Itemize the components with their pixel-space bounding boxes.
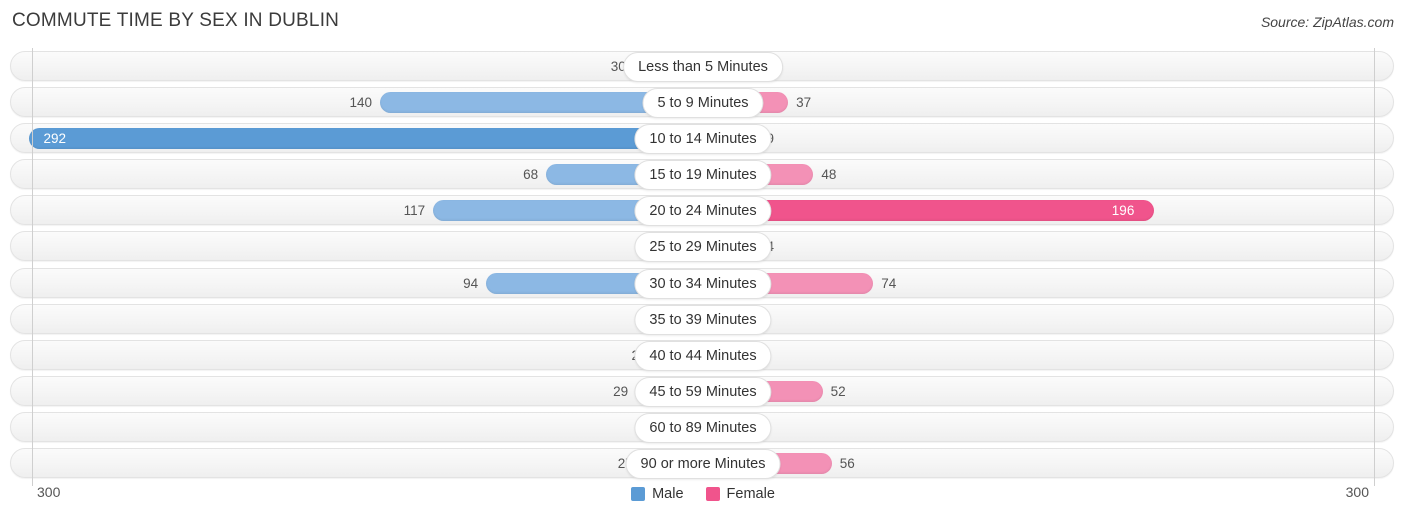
category-label: 45 to 59 Minutes: [634, 376, 772, 407]
chart-row: 21040 to 44 Minutes: [0, 337, 1406, 373]
value-label-male: 29: [613, 383, 629, 399]
category-label: 30 to 34 Minutes: [634, 268, 772, 299]
value-label-female: 56: [839, 456, 855, 472]
legend-label: Male: [652, 486, 684, 502]
chart-row: 94 74 30 to 34 Minutes: [0, 265, 1406, 301]
page-title: COMMUTE TIME BY SEX IN DUBLIN: [12, 10, 340, 31]
category-label: 15 to 19 Minutes: [634, 160, 772, 191]
chart-row: 0035 to 39 Minutes: [0, 301, 1406, 337]
value-label-male: 140: [349, 95, 373, 111]
category-label: 35 to 39 Minutes: [634, 304, 772, 335]
value-label-male: 68: [523, 167, 539, 183]
value-label-female: 52: [830, 383, 846, 399]
category-label: 10 to 14 Minutes: [634, 124, 772, 155]
value-label-male: 30: [610, 59, 626, 74]
value-label-male: 21: [0, 346, 647, 365]
value-label-female: 74: [881, 275, 897, 291]
axis-line-left: [32, 48, 33, 486]
chart-legend: Male Female: [0, 486, 1406, 502]
axis-line-right: [1374, 48, 1375, 486]
category-label: 90 or more Minutes: [625, 449, 781, 480]
chart-row: 0660 to 89 Minutes: [0, 409, 1406, 445]
value-label-male: 117: [403, 203, 426, 219]
value-label-male: 94: [463, 275, 479, 291]
value-label-female: 37: [796, 95, 812, 111]
source-attribution: Source: ZipAtlas.com: [1260, 14, 1394, 30]
category-label: 60 to 89 Minutes: [634, 412, 772, 443]
legend-label: Female: [726, 486, 775, 502]
chart-row: 29 52 45 to 59 Minutes: [0, 373, 1406, 409]
legend-swatch-icon: [705, 487, 720, 501]
value-label-male: 27: [0, 454, 633, 473]
chart-row: 300Less than 5 Minutes: [0, 48, 1406, 84]
chart-row: 140 37 5 to 9 Minutes: [0, 84, 1406, 120]
legend-swatch-icon: [631, 487, 646, 501]
value-label-female: 48: [821, 167, 837, 183]
bar-male[interactable]: [29, 128, 703, 150]
value-label-male: 0: [0, 418, 647, 437]
plot-area: 300Less than 5 Minutes140375 to 9 Minute…: [0, 48, 1406, 486]
legend-item[interactable]: Male: [631, 486, 684, 502]
value-label-female: 196: [1111, 203, 1135, 219]
chart-row: 68 48 15 to 19 Minutes: [0, 156, 1406, 192]
value-label-male: 292: [43, 131, 66, 147]
chart-row: 27 56 90 or more Minutes: [0, 445, 1406, 481]
legend-item[interactable]: Female: [705, 486, 775, 502]
chart-row: 01425 to 29 Minutes: [0, 228, 1406, 264]
category-label: 40 to 44 Minutes: [634, 340, 772, 371]
category-label: Less than 5 Minutes: [623, 52, 783, 82]
chart-root: COMMUTE TIME BY SEX IN DUBLIN Source: Zi…: [0, 0, 1406, 523]
value-label-male: 0: [0, 237, 647, 256]
category-label: 5 to 9 Minutes: [642, 88, 764, 119]
value-label-male: 0: [0, 310, 647, 329]
chart-row: 2921910 to 14 Minutes: [0, 120, 1406, 156]
category-label: 20 to 24 Minutes: [634, 196, 772, 227]
chart-row: 117 196 20 to 24 Minutes: [0, 192, 1406, 228]
category-label: 25 to 29 Minutes: [634, 232, 772, 263]
